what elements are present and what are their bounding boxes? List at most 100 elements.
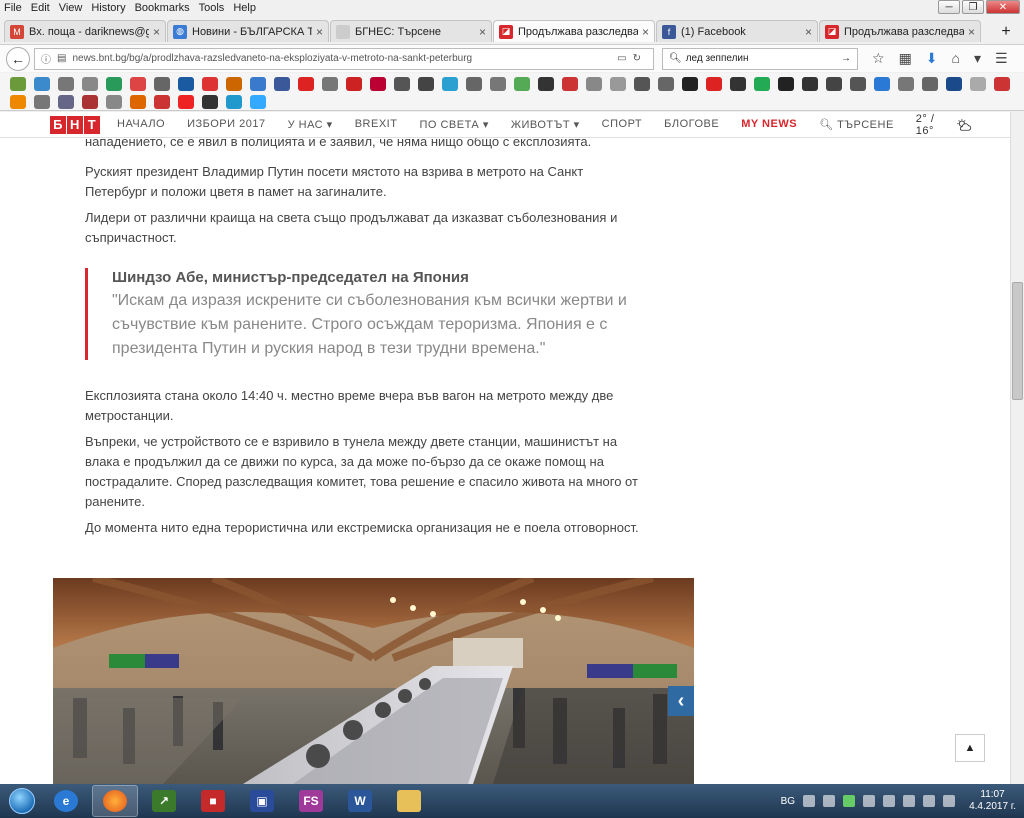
bookmark-icon[interactable] bbox=[58, 77, 74, 91]
close-tab-icon[interactable]: × bbox=[479, 25, 486, 39]
bookmark-icon[interactable] bbox=[634, 77, 650, 91]
scrollbar-thumb[interactable] bbox=[1012, 282, 1023, 400]
taskbar-fs[interactable]: FS bbox=[288, 785, 334, 817]
menu-tools[interactable]: Tools bbox=[199, 2, 225, 14]
close-window-button[interactable]: ✕ bbox=[986, 0, 1020, 14]
bookmark-icon[interactable] bbox=[730, 77, 746, 91]
tray-icon[interactable] bbox=[863, 795, 876, 807]
bookmark-icon[interactable] bbox=[82, 95, 98, 109]
minimize-button[interactable]: ─ bbox=[938, 0, 960, 14]
bookmark-icon[interactable] bbox=[106, 95, 122, 109]
bookmark-icon[interactable] bbox=[178, 77, 194, 91]
network-icon[interactable] bbox=[903, 795, 916, 807]
close-tab-icon[interactable]: × bbox=[805, 25, 812, 39]
bookmark-icon[interactable] bbox=[370, 77, 386, 91]
scroll-to-top-button[interactable]: ▲ bbox=[955, 734, 985, 762]
bookmark-icon[interactable] bbox=[130, 77, 146, 91]
bookmark-icon[interactable] bbox=[802, 77, 818, 91]
bookmark-icon[interactable] bbox=[754, 77, 770, 91]
site-nav-item[interactable]: ПО СВЕТА ▾ bbox=[419, 118, 488, 131]
bookmark-icon[interactable] bbox=[658, 77, 674, 91]
bookmark-icon[interactable] bbox=[946, 77, 962, 91]
taskbar-ie[interactable]: e bbox=[43, 785, 89, 817]
language-indicator[interactable]: BG bbox=[781, 796, 795, 807]
bookmark-icon[interactable] bbox=[250, 77, 266, 91]
home-icon[interactable]: ⌂ bbox=[952, 50, 960, 67]
reload-icon[interactable]: ↻ bbox=[633, 53, 641, 64]
bookmark-icon[interactable] bbox=[610, 77, 626, 91]
bookmark-icon[interactable] bbox=[250, 95, 266, 109]
site-nav-item[interactable]: У НАС ▾ bbox=[288, 118, 333, 131]
bookmark-icon[interactable] bbox=[538, 77, 554, 91]
bookmark-icon[interactable] bbox=[442, 77, 458, 91]
menu-view[interactable]: View bbox=[59, 2, 83, 14]
bookmark-icon[interactable] bbox=[82, 77, 98, 91]
tray-icon[interactable] bbox=[883, 795, 896, 807]
bookmark-icon[interactable] bbox=[34, 77, 50, 91]
menu-file[interactable]: File bbox=[4, 2, 22, 14]
reader-view-icon[interactable]: ▭ bbox=[617, 53, 626, 64]
search-go-icon[interactable]: → bbox=[841, 53, 851, 64]
bookmark-icon[interactable] bbox=[226, 77, 242, 91]
tray-icon[interactable] bbox=[823, 795, 836, 807]
site-nav-item[interactable]: СПОРТ bbox=[602, 118, 642, 131]
bookmark-icon[interactable] bbox=[682, 77, 698, 91]
taskbar-explorer[interactable] bbox=[386, 785, 432, 817]
bookmark-icon[interactable] bbox=[874, 77, 890, 91]
browser-tab[interactable]: БГНЕС: Търсене × bbox=[330, 20, 492, 42]
bookmark-icon[interactable] bbox=[466, 77, 482, 91]
bookmark-icon[interactable] bbox=[898, 77, 914, 91]
bookmark-icon[interactable] bbox=[154, 77, 170, 91]
menu-help[interactable]: Help bbox=[233, 2, 256, 14]
bookmark-icon[interactable] bbox=[322, 77, 338, 91]
bookmark-icon[interactable] bbox=[490, 77, 506, 91]
bookmark-icon[interactable] bbox=[202, 77, 218, 91]
bookmark-icon[interactable] bbox=[346, 77, 362, 91]
bookmark-icon[interactable] bbox=[394, 77, 410, 91]
bookmark-icon[interactable] bbox=[226, 95, 242, 109]
site-nav-item[interactable]: BREXIT bbox=[355, 118, 398, 131]
site-nav-item[interactable]: MY NEWS bbox=[741, 118, 797, 131]
bookmark-icon[interactable] bbox=[922, 77, 938, 91]
new-tab-button[interactable]: + bbox=[996, 22, 1016, 42]
close-tab-icon[interactable]: × bbox=[153, 25, 160, 39]
address-bar[interactable]: ⓘ ▤ news.bnt.bg/bg/a/prodlzhava-razsledv… bbox=[34, 47, 654, 70]
bookmark-icon[interactable] bbox=[970, 77, 986, 91]
site-nav-item[interactable]: НАЧАЛО bbox=[117, 118, 165, 131]
bookmark-icon[interactable] bbox=[274, 77, 290, 91]
library-icon[interactable]: ▦ bbox=[899, 50, 912, 67]
close-tab-icon[interactable]: × bbox=[968, 25, 975, 39]
bookmark-icon[interactable] bbox=[202, 95, 218, 109]
site-info-icon[interactable]: ⓘ bbox=[41, 51, 51, 66]
site-nav-item[interactable]: 🔍︎ ТЪРСЕНЕ bbox=[819, 118, 894, 131]
maximize-button[interactable]: ❐ bbox=[962, 0, 984, 14]
bookmark-icon[interactable] bbox=[106, 77, 122, 91]
bookmark-icon[interactable] bbox=[514, 77, 530, 91]
site-nav-item[interactable]: ЖИВОТЪТ ▾ bbox=[511, 118, 580, 131]
browser-tab[interactable]: ◪ Продължава разследван... × bbox=[819, 20, 981, 42]
bnt-logo[interactable]: БНТ bbox=[50, 115, 101, 134]
search-bar[interactable]: 🔍︎ лед зеппелин → bbox=[662, 47, 858, 70]
browser-tab[interactable]: M Вх. поща - dariknews@g... × bbox=[4, 20, 166, 42]
bookmark-icon[interactable] bbox=[178, 95, 194, 109]
bookmark-icon[interactable] bbox=[706, 77, 722, 91]
site-nav-item[interactable]: БЛОГОВЕ bbox=[664, 118, 719, 131]
bookmark-icon[interactable] bbox=[10, 77, 26, 91]
bookmark-icon[interactable] bbox=[562, 77, 578, 91]
hamburger-menu-icon[interactable]: ☰ bbox=[995, 50, 1008, 67]
gallery-prev-button[interactable]: ‹ bbox=[668, 686, 694, 716]
flag-icon[interactable] bbox=[943, 795, 956, 807]
bookmark-star-icon[interactable]: ☆ bbox=[872, 50, 885, 67]
tray-icon[interactable] bbox=[803, 795, 816, 807]
start-button[interactable] bbox=[4, 785, 40, 817]
download-icon[interactable]: ⬇ bbox=[926, 50, 938, 67]
pocket-icon[interactable]: ▾ bbox=[974, 50, 981, 67]
search-input[interactable]: лед зеппелин bbox=[686, 53, 841, 64]
taskbar-firefox[interactable] bbox=[92, 785, 138, 817]
bookmark-icon[interactable] bbox=[298, 77, 314, 91]
bookmark-icon[interactable] bbox=[778, 77, 794, 91]
bookmark-icon[interactable] bbox=[58, 95, 74, 109]
bookmark-icon[interactable] bbox=[130, 95, 146, 109]
page-scrollbar[interactable] bbox=[1010, 112, 1024, 784]
site-nav-item[interactable]: ИЗБОРИ 2017 bbox=[187, 118, 265, 131]
